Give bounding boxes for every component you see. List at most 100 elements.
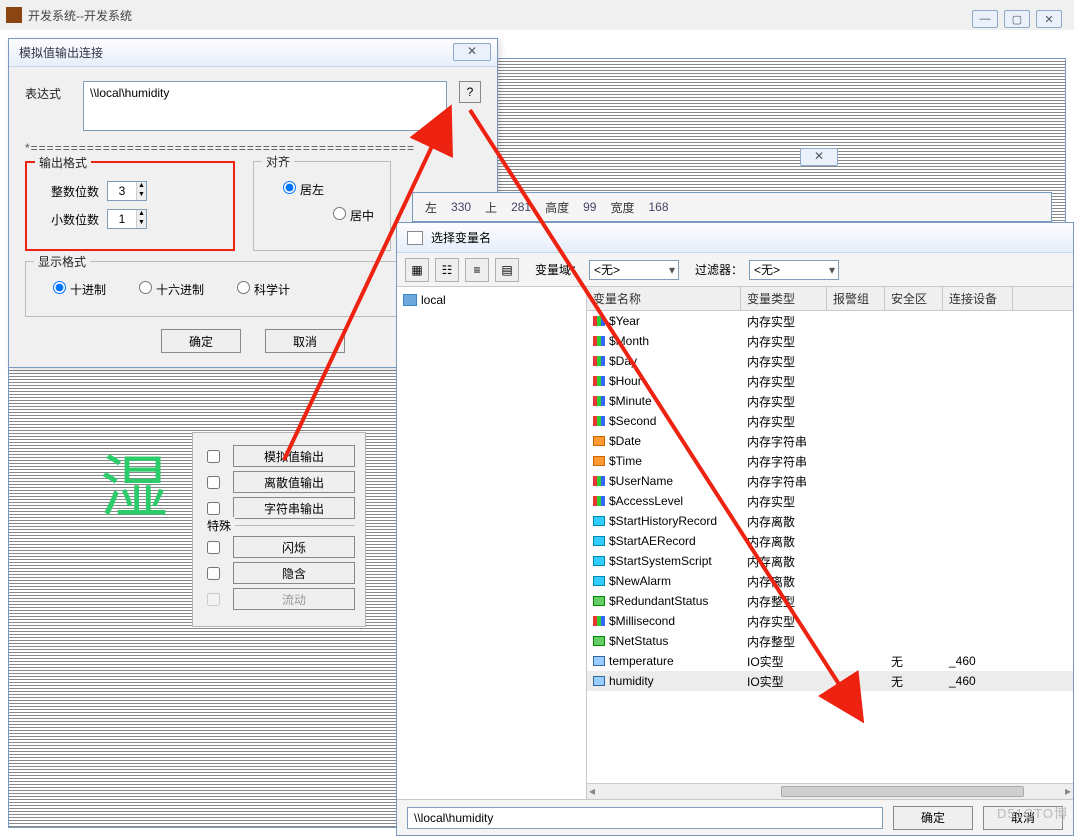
expression-browse-button[interactable]: ? <box>459 81 481 103</box>
horizontal-scrollbar[interactable] <box>587 783 1073 799</box>
variable-picker-dialog: 选择变量名 ▦ ☷ ≡ ▤ 变量域： <无> 过滤器： <无> local 变量… <box>396 222 1074 836</box>
analog-output-check[interactable] <box>207 450 220 463</box>
scientific-radio[interactable]: 科学计 <box>232 278 290 298</box>
stepper-down-icon[interactable]: ▼ <box>136 219 146 228</box>
decimal-digits-stepper[interactable]: ▲▼ <box>107 209 147 229</box>
string-output-check[interactable] <box>207 502 220 515</box>
table-row[interactable]: $Date内存字符串 <box>587 431 1073 451</box>
table-row[interactable]: $Hour内存实型 <box>587 371 1073 391</box>
var-type: 内存实型 <box>741 393 827 410</box>
var-name: humidity <box>609 674 654 688</box>
picker-titlebar[interactable]: 选择变量名 <box>397 223 1073 253</box>
view-page-icon[interactable]: ▤ <box>495 258 519 282</box>
var-name: $Year <box>609 314 640 328</box>
ok-button[interactable]: 确定 <box>161 329 241 353</box>
discrete-output-button[interactable]: 离散值输出 <box>233 471 355 493</box>
pos-width-value: 168 <box>648 200 668 214</box>
table-row[interactable]: $Millisecond内存实型 <box>587 611 1073 631</box>
decimal-radio[interactable]: 十进制 <box>48 278 106 298</box>
picker-ok-button[interactable]: 确定 <box>893 806 973 830</box>
hide-check[interactable] <box>207 567 220 580</box>
table-row[interactable]: $Minute内存实型 <box>587 391 1073 411</box>
col-name[interactable]: 变量名称 <box>587 287 741 310</box>
scope-label: 变量域： <box>535 261 583 278</box>
table-row[interactable]: $AccessLevel内存实型 <box>587 491 1073 511</box>
table-row[interactable]: $NewAlarm内存离散 <box>587 571 1073 591</box>
output-options-panel: 模拟值输出 离散值输出 字符串输出 特殊 闪烁 隐含 流动 <box>192 432 366 627</box>
cancel-button[interactable]: 取消 <box>265 329 345 353</box>
var-icon <box>593 416 605 426</box>
var-icon <box>593 336 605 346</box>
window-buttons: — ▢ ✕ <box>972 10 1062 28</box>
integer-digits-stepper[interactable]: ▲▼ <box>107 181 147 201</box>
align-left-radio[interactable]: 居左 <box>278 178 378 198</box>
table-row[interactable]: $StartHistoryRecord 内存离散 <box>587 511 1073 531</box>
var-type: 内存实型 <box>741 373 827 390</box>
table-row[interactable]: $Month内存实型 <box>587 331 1073 351</box>
stepper-down-icon[interactable]: ▼ <box>136 191 146 200</box>
var-type: 内存实型 <box>741 333 827 350</box>
table-row[interactable]: $Year内存实型 <box>587 311 1073 331</box>
hex-radio[interactable]: 十六进制 <box>134 278 204 298</box>
var-icon <box>593 596 605 606</box>
table-row[interactable]: humidityIO实型无_460 <box>587 671 1073 691</box>
string-output-button[interactable]: 字符串输出 <box>233 497 355 519</box>
filter-combo[interactable]: <无> <box>749 260 839 280</box>
var-name: $NewAlarm <box>609 574 671 588</box>
view-tree-icon[interactable]: ☷ <box>435 258 459 282</box>
stepper-up-icon[interactable]: ▲ <box>136 210 146 219</box>
analog-output-button[interactable]: 模拟值输出 <box>233 445 355 467</box>
table-row[interactable]: temperatureIO实型无_460 <box>587 651 1073 671</box>
var-icon <box>593 676 605 686</box>
table-row[interactable]: $Day内存实型 <box>587 351 1073 371</box>
flow-button: 流动 <box>233 588 355 610</box>
col-type[interactable]: 变量类型 <box>741 287 827 310</box>
var-type: 内存实型 <box>741 493 827 510</box>
grid-header[interactable]: 变量名称 变量类型 报警组 安全区 连接设备 <box>587 287 1073 311</box>
discrete-output-check[interactable] <box>207 476 220 489</box>
app-title: 开发系统--开发系统 <box>28 7 132 24</box>
var-type: 内存离散 <box>741 513 827 530</box>
pos-height-value: 99 <box>583 200 596 214</box>
view-list-icon[interactable]: ≡ <box>465 258 489 282</box>
table-row[interactable]: $Second内存实型 <box>587 411 1073 431</box>
secondary-close-button[interactable]: ✕ <box>800 148 838 166</box>
var-type: 内存实型 <box>741 413 827 430</box>
maximize-button[interactable]: ▢ <box>1004 10 1030 28</box>
col-dev[interactable]: 连接设备 <box>943 287 1013 310</box>
var-icon <box>593 316 605 326</box>
table-row[interactable]: $Time内存字符串 <box>587 451 1073 471</box>
blink-button[interactable]: 闪烁 <box>233 536 355 558</box>
col-alarm[interactable]: 报警组 <box>827 287 885 310</box>
hide-button[interactable]: 隐含 <box>233 562 355 584</box>
scrollbar-thumb[interactable] <box>781 786 1024 797</box>
decimal-digits-input[interactable] <box>108 210 136 228</box>
table-row[interactable]: $StartAERecord内存离散 <box>587 531 1073 551</box>
position-bar: 左330 上281 高度99 宽度168 <box>412 192 1052 222</box>
close-button[interactable]: ✕ <box>1036 10 1062 28</box>
table-row[interactable]: $RedundantStatus内存整型 <box>587 591 1073 611</box>
var-name: $Date <box>609 434 641 448</box>
var-name: $StartHistoryRecord <box>609 514 717 528</box>
picker-icon <box>407 231 423 245</box>
scope-combo[interactable]: <无> <box>589 260 679 280</box>
stepper-up-icon[interactable]: ▲ <box>136 182 146 191</box>
tree-root[interactable]: local <box>403 293 580 307</box>
var-icon <box>593 496 605 506</box>
dialog-titlebar[interactable]: 模拟值输出连接 ✕ <box>9 39 497 67</box>
integer-digits-input[interactable] <box>108 182 136 200</box>
grid-rows[interactable]: $Year内存实型$Month内存实型$Day内存实型$Hour内存实型$Min… <box>587 311 1073 783</box>
align-center-radio[interactable]: 居中 <box>328 204 378 224</box>
table-row[interactable]: $StartSystemScript内存离散 <box>587 551 1073 571</box>
minimize-button[interactable]: — <box>972 10 998 28</box>
col-safe[interactable]: 安全区 <box>885 287 943 310</box>
expression-input[interactable]: \\local\humidity <box>83 81 447 131</box>
picker-tree[interactable]: local <box>397 287 587 799</box>
table-row[interactable]: $UserName内存字符串 <box>587 471 1073 491</box>
table-row[interactable]: $NetStatus内存整型 <box>587 631 1073 651</box>
dialog-close-button[interactable]: ✕ <box>453 43 491 61</box>
blink-check[interactable] <box>207 541 220 554</box>
selected-path-input[interactable] <box>407 807 883 829</box>
view-detail-icon[interactable]: ▦ <box>405 258 429 282</box>
decimal-digits-label: 小数位数 <box>39 211 99 228</box>
